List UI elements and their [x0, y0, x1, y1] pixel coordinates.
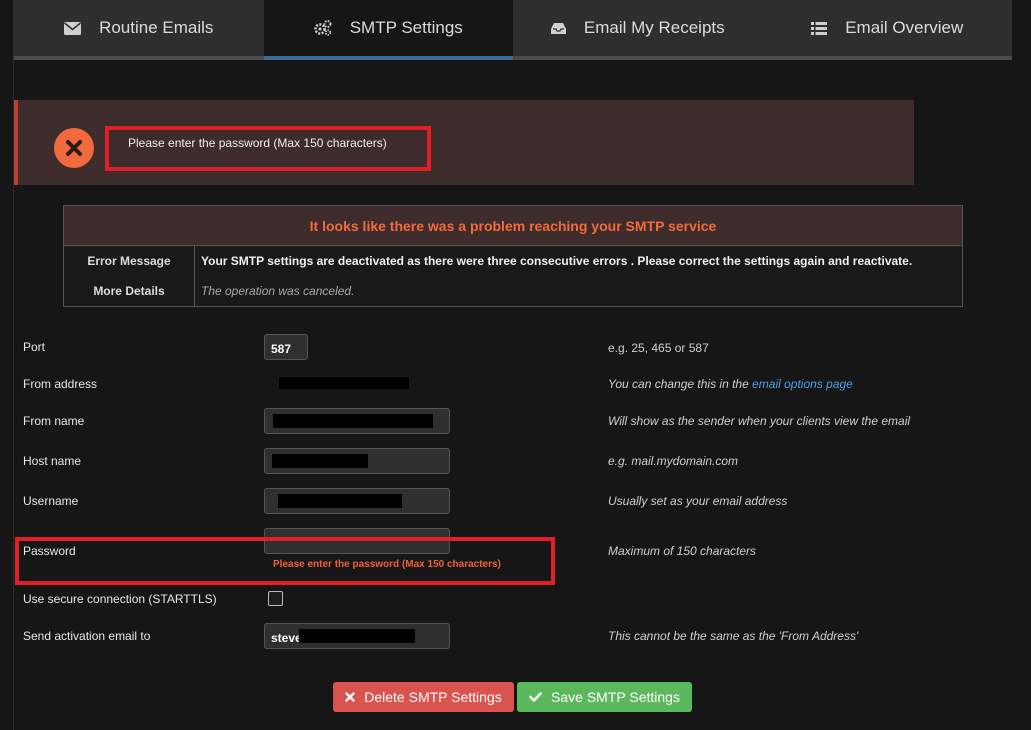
activation-email-redacted — [299, 629, 415, 643]
close-icon — [345, 692, 355, 702]
password-hint: Maximum of 150 characters — [608, 544, 757, 558]
tab-bar: Routine Emails SMTP Settings Email My Re… — [14, 0, 1012, 60]
from-name-label: From name — [23, 414, 85, 428]
problem-title: It looks like there was a problem reachi… — [64, 206, 962, 246]
tab-label: SMTP Settings — [349, 18, 463, 37]
username-label: Username — [23, 494, 79, 508]
delete-smtp-settings-button[interactable]: Delete SMTP Settings — [333, 682, 514, 712]
error-message-row: Error Message Your SMTP settings are dea… — [64, 246, 962, 276]
gears-icon — [313, 20, 332, 36]
smtp-problem-panel: It looks like there was a problem reachi… — [63, 205, 963, 307]
envelope-icon — [64, 21, 82, 35]
from-address-hint-text: You can change this in the — [608, 377, 753, 391]
error-message-text: Your SMTP settings are deactivated as th… — [201, 254, 913, 268]
host-name-value-redacted — [272, 454, 368, 468]
list-icon — [811, 21, 828, 35]
activation-email-hint: This cannot be the same as the 'From Add… — [608, 629, 859, 643]
email-options-link[interactable]: email options page — [752, 377, 853, 391]
from-address-label: From address — [23, 377, 98, 391]
from-name-hint: Will show as the sender when your client… — [608, 414, 911, 428]
secure-connection-label: Use secure connection (STARTTLS) — [23, 592, 217, 606]
tab-label: Routine Emails — [99, 18, 214, 37]
tab-smtp-settings[interactable]: SMTP Settings — [263, 0, 513, 60]
more-details-row: More Details The operation was canceled. — [64, 276, 962, 306]
smtp-settings-page: Routine Emails SMTP Settings Email My Re… — [0, 0, 1031, 730]
tab-email-my-receipts[interactable]: Email My Receipts — [513, 0, 763, 60]
port-input[interactable]: 587 — [264, 334, 308, 360]
highlight-box-banner — [105, 126, 431, 171]
from-address-hint: You can change this in the email options… — [608, 377, 853, 391]
check-icon — [529, 692, 542, 702]
secure-connection-checkbox[interactable] — [268, 591, 283, 606]
highlight-box-password — [15, 537, 555, 585]
host-name-hint: e.g. mail.mydomain.com — [608, 454, 739, 468]
host-name-label: Host name — [23, 454, 82, 468]
from-name-value-redacted — [273, 414, 433, 428]
username-hint: Usually set as your email address — [608, 494, 788, 508]
tab-label: Email My Receipts — [583, 18, 725, 37]
save-smtp-settings-button[interactable]: Save SMTP Settings — [517, 682, 692, 712]
port-hint: e.g. 25, 465 or 587 — [608, 341, 709, 355]
error-x-icon — [54, 128, 94, 168]
tab-routine-emails[interactable]: Routine Emails — [14, 0, 264, 60]
more-details-text: The operation was canceled. — [201, 284, 355, 298]
delete-button-label: Delete SMTP Settings — [364, 689, 502, 705]
port-label: Port — [23, 340, 46, 354]
tab-label: Email Overview — [845, 18, 964, 37]
from-address-value-redacted — [279, 377, 409, 389]
error-message-label: Error Message — [64, 246, 195, 276]
inbox-icon — [550, 22, 566, 35]
save-button-label: Save SMTP Settings — [551, 689, 680, 705]
activation-email-label: Send activation email to — [23, 629, 151, 643]
tab-email-overview[interactable]: Email Overview — [762, 0, 1012, 60]
username-value-redacted — [278, 494, 402, 508]
more-details-label: More Details — [64, 276, 195, 306]
